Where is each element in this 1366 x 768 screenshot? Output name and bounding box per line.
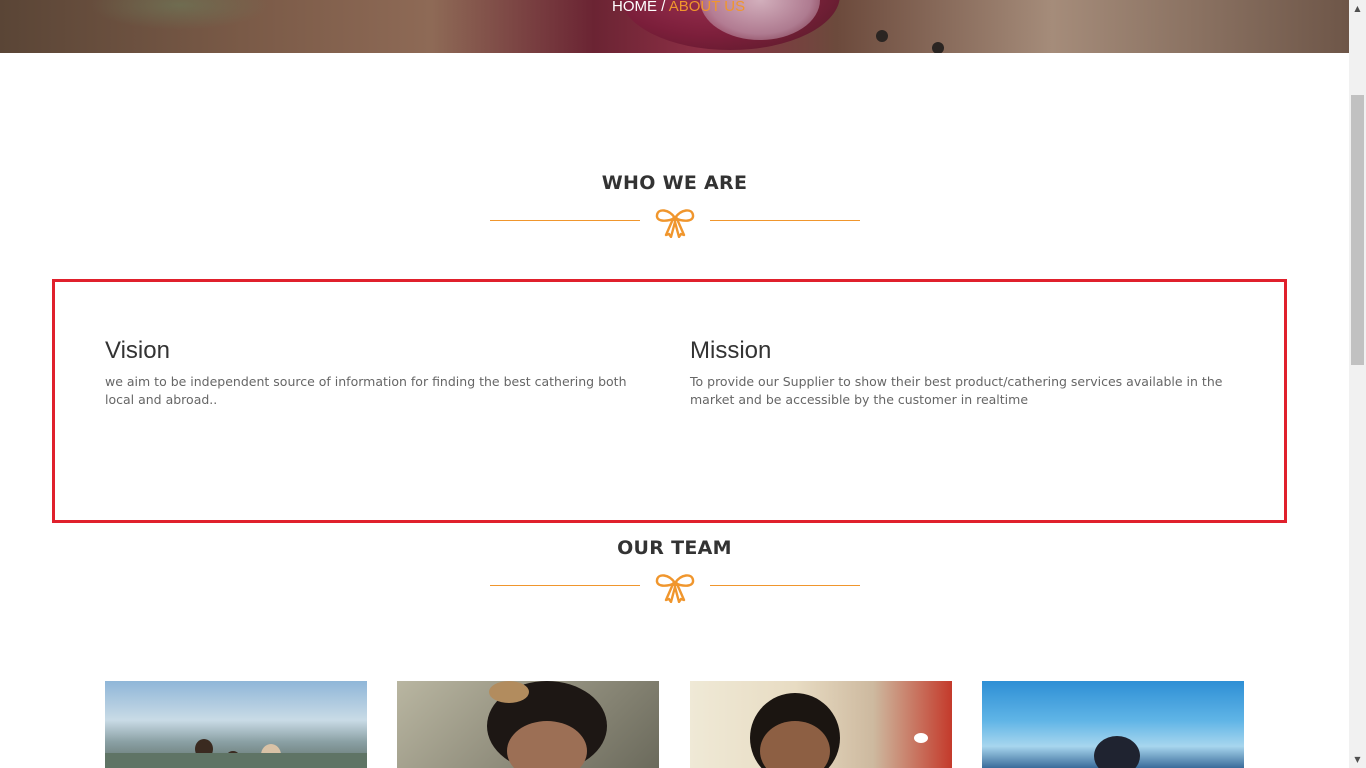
breadcrumb-separator: / <box>657 0 669 15</box>
vision-block: Vision we aim to be independent source o… <box>105 337 650 409</box>
section-divider <box>490 207 860 241</box>
team-photo-3 <box>690 681 952 768</box>
hero-pepper-decoration <box>932 42 944 53</box>
vertical-scrollbar[interactable]: ▲ ▼ <box>1349 0 1366 768</box>
hero-leaf-decoration <box>90 0 270 30</box>
team-photo-1 <box>105 681 367 768</box>
our-team-title: OUR TEAM <box>617 537 732 559</box>
vision-heading: Vision <box>105 337 170 364</box>
mission-block: Mission To provide our Supplier to show … <box>690 337 1225 409</box>
vision-mission-highlight: Vision we aim to be independent source o… <box>52 279 1287 523</box>
hero-banner: HOME / ABOUT US <box>0 0 1349 53</box>
team-photo-4 <box>982 681 1244 768</box>
divider-line <box>490 585 640 586</box>
mission-heading: Mission <box>690 337 772 364</box>
bow-ribbon-icon <box>655 209 695 238</box>
scrollbar-thumb[interactable] <box>1351 95 1364 365</box>
section-divider <box>490 572 860 606</box>
breadcrumb: HOME / ABOUT US <box>612 0 745 16</box>
breadcrumb-home-link[interactable]: HOME <box>612 0 657 15</box>
divider-line <box>710 585 860 586</box>
scroll-up-arrow-icon[interactable]: ▲ <box>1349 0 1366 17</box>
divider-line <box>710 220 860 221</box>
mission-text: To provide our Supplier to show their be… <box>690 374 1223 407</box>
breadcrumb-current: ABOUT US <box>668 0 746 15</box>
divider-line <box>490 220 640 221</box>
hero-pepper-decoration <box>876 30 888 42</box>
scroll-down-arrow-icon[interactable]: ▼ <box>1349 751 1366 768</box>
vision-text: we aim to be independent source of infor… <box>105 374 627 407</box>
who-we-are-title: WHO WE ARE <box>601 172 748 194</box>
bow-ribbon-icon <box>655 574 695 603</box>
about-page: HOME / ABOUT US WHO WE ARE Vision we aim… <box>0 0 1349 768</box>
team-photo-2 <box>397 681 659 768</box>
